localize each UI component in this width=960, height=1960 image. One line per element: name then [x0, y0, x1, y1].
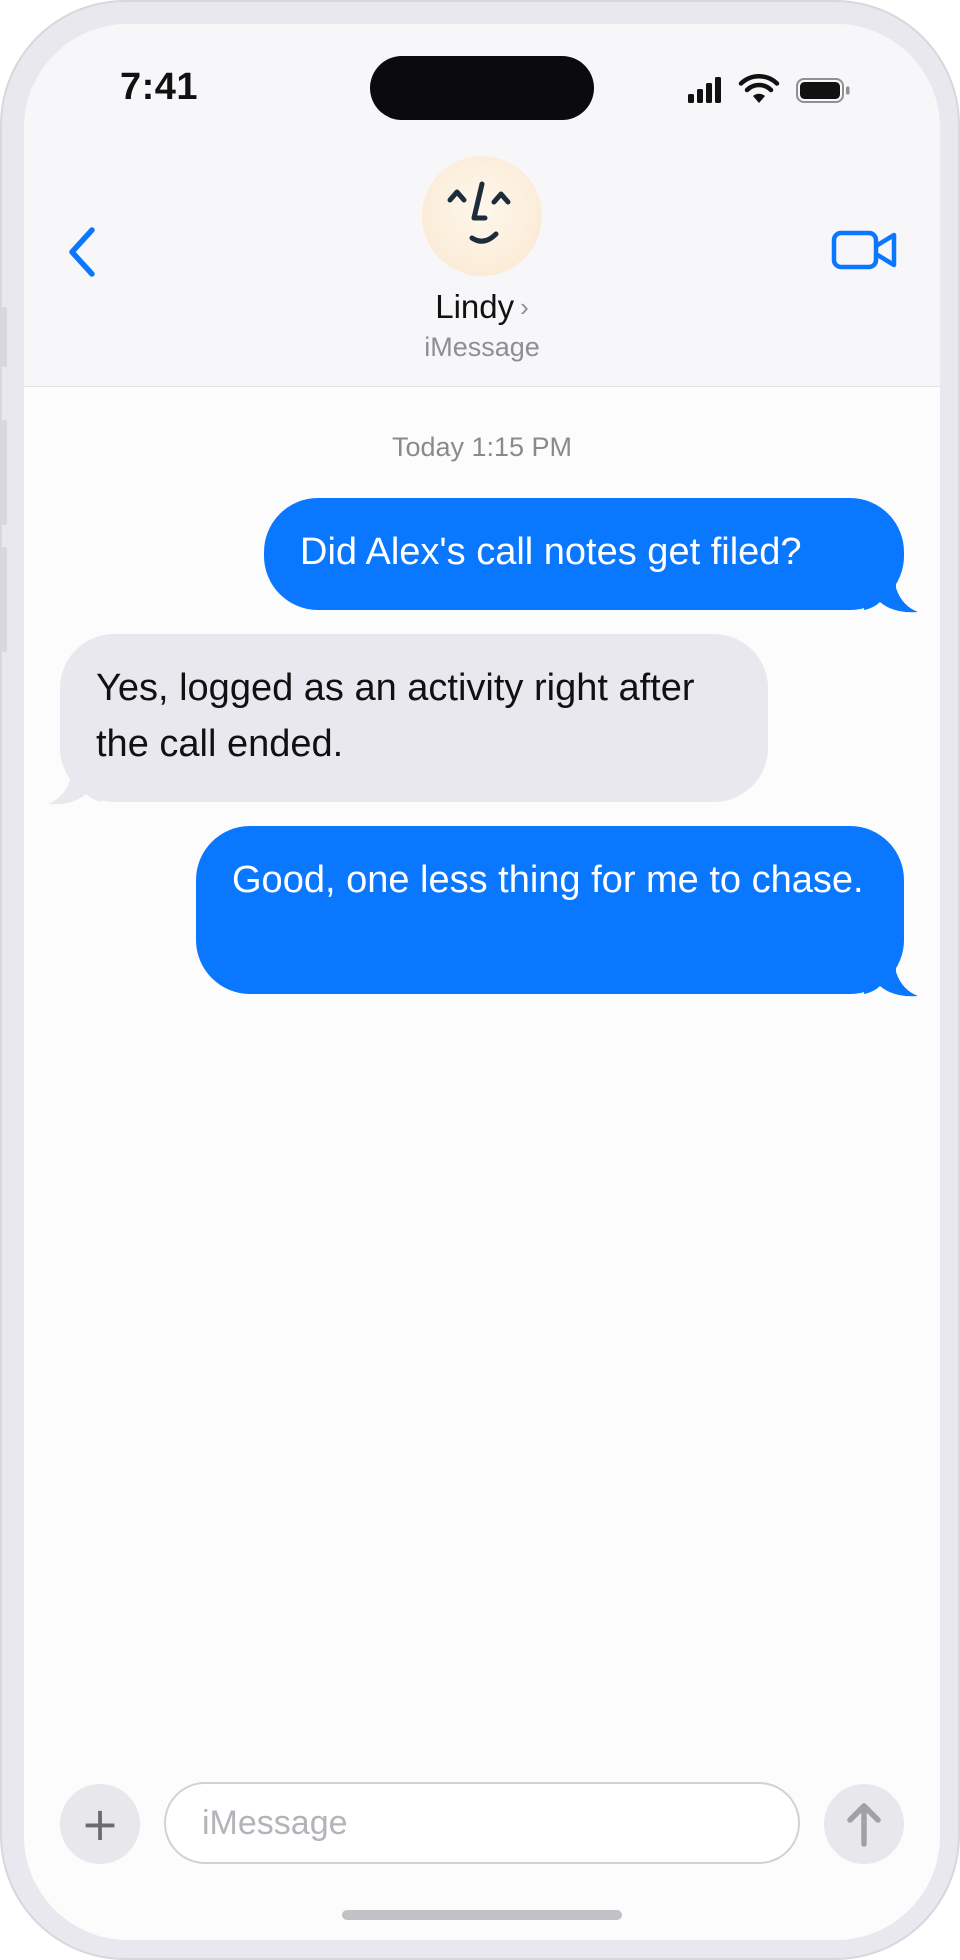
- video-camera-icon: [831, 230, 897, 270]
- chevron-right-icon: ›: [520, 292, 529, 322]
- status-icons: [688, 74, 850, 103]
- volume-up-button: [2, 420, 7, 525]
- bubble-tail-outgoing: [864, 580, 918, 613]
- cellular-signal-icon: [688, 77, 721, 103]
- arrow-up-icon: [847, 1803, 881, 1847]
- back-button[interactable]: [58, 212, 118, 292]
- contact-name-button[interactable]: Lindy ›: [24, 288, 940, 326]
- contact-service-label: iMessage: [424, 332, 540, 362]
- plus-icon: +: [80, 1797, 120, 1851]
- screen: 7:41 Lindy › iMessage Today 1:15 PM Did …: [24, 24, 940, 1940]
- thread-timestamp: Today 1:15 PM: [391, 432, 573, 462]
- dynamic-island: [370, 56, 594, 120]
- message-text: Did Alex's call notes get filed?: [300, 531, 802, 573]
- add-attachment-button[interactable]: +: [60, 1784, 140, 1864]
- phone-frame: 7:41 Lindy › iMessage Today 1:15 PM Did …: [0, 0, 960, 1960]
- message-bubble-outgoing[interactable]: Good, one less thing for me to chase.: [196, 826, 904, 994]
- message-text: Yes, logged as an activity right after t…: [96, 667, 695, 765]
- volume-down-button: [2, 547, 7, 652]
- mute-switch: [2, 307, 7, 367]
- contact-avatar[interactable]: [422, 156, 542, 276]
- status-time: 7:41: [120, 66, 199, 108]
- bubble-tail-incoming: [48, 772, 102, 805]
- message-bubble-outgoing[interactable]: Did Alex's call notes get filed?: [264, 498, 904, 610]
- message-text: Good, one less thing for me to chase.: [232, 859, 864, 901]
- message-composer: +: [24, 1774, 940, 1894]
- message-bubble-incoming[interactable]: Yes, logged as an activity right after t…: [60, 634, 768, 802]
- home-indicator[interactable]: [342, 1910, 622, 1920]
- chevron-left-icon: [69, 227, 95, 277]
- lindy-face-icon: [447, 181, 511, 244]
- contact-name: Lindy: [435, 288, 515, 325]
- battery-icon: [796, 78, 850, 103]
- bubble-tail-outgoing: [864, 964, 918, 997]
- message-input[interactable]: [164, 1782, 800, 1864]
- wifi-icon: [738, 74, 780, 103]
- facetime-video-button[interactable]: [830, 216, 902, 286]
- send-button[interactable]: [824, 1784, 904, 1864]
- conversation-header: 7:41 Lindy › iMessage: [24, 24, 940, 387]
